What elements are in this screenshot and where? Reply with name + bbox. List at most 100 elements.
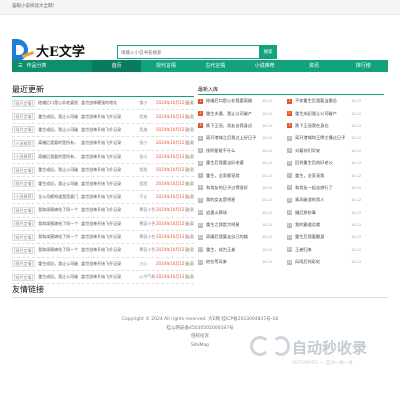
ranking-book-link[interactable]: 重生，成为王者 (206, 247, 262, 253)
chapter-link[interactable]: 盖世战神开始飞升记录 (81, 274, 139, 280)
ranking-row: 6 重生后我要当好老婆 10-12 6 回到重生后的好老公 10-12 (198, 157, 384, 169)
latest-row: [现代言情]结婚后口是心非老婆很能闹盖世战神最强的地址猫小 2024年10月12日… (12, 97, 194, 111)
book-title-link[interactable]: 我和闺蜜嫁给了同一个男人 (38, 247, 78, 253)
ranking-row: 3 跌下王冠，男友去我身边 10-12 3 跌下王冠我在身边 10-12 (198, 120, 384, 132)
chapter-link[interactable]: 盖世战神开始飞升记录 (81, 140, 139, 146)
chapter-link[interactable]: 盖世战神开始飞升记录 (81, 114, 139, 120)
ranking-date: 10-12 (262, 173, 273, 178)
category-tag[interactable]: [现代言情] (12, 260, 36, 268)
book-title-link[interactable]: 重生成妃，我让公司破产跪舔 (38, 167, 78, 173)
status-text: 连载 (186, 140, 194, 146)
police-record[interactable]: 桂公网安备45030502000187号 (0, 325, 400, 334)
topbar-text: 猫眼小说阅读大全网! (12, 4, 55, 9)
rank-number: 10 (198, 210, 203, 216)
book-title-link[interactable]: 我和闺蜜嫁给了同一个男人 (38, 221, 78, 227)
ranking-book-link[interactable]: 离婚后我要走自己的路 (206, 234, 262, 240)
ranking-book-link[interactable]: 追妻火葬场 (206, 210, 262, 216)
search-button[interactable]: 搜索 (259, 45, 277, 59)
ranking-row: 1 结婚后口是心非我要离婚 10-12 1 平安重生后我要当霸总 10-12 (198, 95, 384, 107)
category-tag[interactable]: [现代言情] (12, 233, 36, 241)
ranking-book-link[interactable]: 回到重生后的好老公 (295, 160, 351, 166)
ranking-book-link[interactable]: 重生，全家都宠我 (206, 173, 262, 179)
chapter-link[interactable]: 盖世战神开始飞升记录 (81, 261, 139, 267)
book-title-link[interactable]: 我和闺蜜嫁给了同一个男人 (38, 234, 78, 240)
nav-item-ranking[interactable]: 排行榜 (339, 60, 388, 72)
ranking-book-link[interactable]: 重生夫妻，我让公司破产 (206, 111, 262, 117)
status-text: 连载 (186, 247, 194, 253)
book-title-link[interactable]: 重生成妃，我让公司破产跪舔 (38, 181, 78, 187)
category-tag[interactable]: [现代言情] (12, 246, 36, 254)
category-tag[interactable]: [现代言情] (12, 180, 36, 188)
chapter-link[interactable]: 盖世战神开始飞升记录 (81, 194, 139, 200)
ranking-book-link[interactable]: 跌下王冠，男友去我身边 (206, 123, 262, 129)
chapter-link[interactable]: 盖世战神开始飞升记录 (81, 221, 139, 227)
book-title-link[interactable]: 重生成妃，我让公司破产跪舔 (38, 261, 78, 267)
category-tag[interactable]: [现代言情] (12, 126, 36, 134)
chapter-link[interactable]: 盖世战神开始飞升记录 (81, 247, 139, 253)
ranking-book-link[interactable]: 我的女友是明星 (206, 197, 262, 203)
ranking-book-link[interactable]: 找明星能干什么 (206, 148, 262, 154)
ranking-book-link[interactable]: 王者归来 (295, 247, 351, 253)
book-title-link[interactable]: 重生成妃，我让公司破产跪舔 (38, 274, 78, 280)
book-title-link[interactable]: 全公司都知道我是豪门千金 (38, 194, 78, 200)
book-title-link[interactable]: 我和闺蜜嫁给了同一个男人 (38, 207, 78, 213)
search-bar: 搜索 (117, 45, 277, 59)
category-tag[interactable]: [小说推荐] (12, 153, 36, 161)
chapter-link[interactable]: 盖世战神最强的地址 (81, 100, 139, 106)
ranking-book-link[interactable]: 乘风破浪的男人 (295, 197, 351, 203)
category-tag[interactable]: [小说推荐] (12, 139, 36, 147)
category-menu[interactable]: ☰ 作品分类 (12, 60, 92, 72)
ranking-row: 10 追妻火葬场 10-12 10 婚后那些事 10-12 (198, 207, 384, 219)
chapter-link[interactable]: 盖世战神开始飞升记录 (81, 127, 139, 133)
ranking-book-link[interactable]: 重生后我要当好老婆 (206, 160, 262, 166)
rank-number: 2 (287, 111, 292, 117)
ranking-book-link[interactable]: 我的霸道总裁 (295, 222, 351, 228)
status-text: 连载 (186, 113, 194, 119)
ranking-book-link[interactable]: 平安重生后我要当霸总 (295, 98, 351, 104)
copyright: Copyright © 2024 All rights reserved. 大E… (121, 317, 279, 322)
ranking-book-link[interactable]: 离开港城和王牌主播过日子 (295, 135, 351, 141)
nav-item-news[interactable]: 资讯 (289, 60, 338, 72)
category-tag[interactable]: [现代言情] (12, 113, 36, 121)
book-title-link[interactable]: 重生成妃，我让公司破产跪舔 (38, 127, 78, 133)
nav-item-ancient[interactable]: 古代言情 (191, 60, 240, 72)
chapter-link[interactable]: 盖世战神开始飞升记录 (81, 154, 139, 160)
category-tag[interactable]: [现代言情] (12, 206, 36, 214)
category-tag[interactable]: [现代言情] (12, 166, 36, 174)
ranking-book-link[interactable]: 离开港城之后我过上好日子 (206, 135, 262, 141)
ranking-book-link[interactable]: 对着你们早安 (295, 148, 351, 154)
book-title-link[interactable]: 结婚后口是心非老婆很能闹 (38, 100, 78, 106)
category-tag[interactable]: [现代言情] (12, 220, 36, 228)
book-title-link[interactable]: 重生成妃，我让公司破产跪舔 (38, 114, 78, 120)
ranking-book-link[interactable]: 和男友一起去旅行了 (295, 185, 351, 191)
category-tag[interactable]: [小说推荐] (12, 193, 36, 201)
ranking-book-link[interactable]: 和男友的日子过得很好 (206, 185, 262, 191)
ranking-book-link[interactable]: 风雨后的彩虹 (295, 259, 351, 265)
chapter-link[interactable]: 盖世战神开始飞升记录 (81, 167, 139, 173)
ranking-book-link[interactable]: 他在等风来 (206, 259, 262, 265)
ranking-book-link[interactable]: 重生之我是大明星 (206, 222, 262, 228)
category-tag[interactable]: [现代言情] (12, 99, 36, 107)
nav-item-modern[interactable]: 现代言情 (141, 60, 190, 72)
category-tag[interactable]: [现代言情] (12, 273, 36, 281)
site-logo[interactable]: 大E文学 (12, 39, 85, 61)
chapter-link[interactable]: 盖世战神开始飞升记录 (81, 234, 139, 240)
ranking-book-link[interactable]: 结婚后口是心非我要离婚 (206, 98, 262, 104)
ranking-date: 10-12 (262, 123, 273, 128)
ranking-book-link[interactable]: 重生成妃我让公司破产 (295, 111, 351, 117)
ranking-book-link[interactable]: 重生，全家宠我 (295, 173, 351, 179)
book-title-link[interactable]: 离婚后我要的是所有，在港城 (38, 140, 78, 146)
update-date: 2024年10月12日 (156, 100, 189, 106)
nav-item-home[interactable]: 首页 (92, 60, 142, 72)
ranking-book-link[interactable]: 跌下王冠我在身边 (295, 123, 351, 129)
chapter-link[interactable]: 盖世战神开始飞升记录 (81, 181, 139, 187)
rank-number: 4 (287, 135, 292, 141)
chapter-link[interactable]: 盖世战神开始飞升记录 (81, 207, 139, 213)
book-title-link[interactable]: 离婚后我要的是所有，在港城 (38, 154, 78, 160)
search-input[interactable] (117, 45, 259, 59)
nav-item-recommend[interactable]: 小说推荐 (240, 60, 289, 72)
ranking-book-link[interactable]: 婚后那些事 (295, 210, 351, 216)
ranking-book-link[interactable]: 重生后我要翻身 (295, 234, 351, 240)
update-date: 2024年10月12日 (156, 260, 189, 266)
status-text: 连载 (186, 274, 194, 280)
